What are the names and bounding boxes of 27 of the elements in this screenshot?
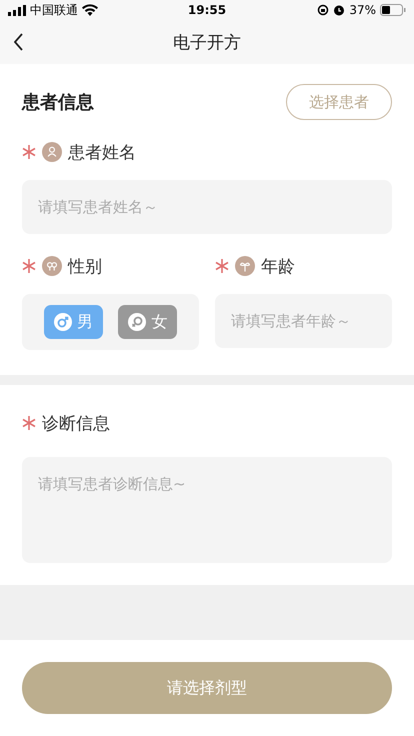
select-dosage-button[interactable]: 请选择剂型: [22, 662, 392, 714]
signal-icon: [8, 4, 26, 16]
carrier-name: 中国联通: [30, 2, 78, 18]
wifi-icon: [82, 4, 98, 16]
gender-icon: [42, 256, 62, 276]
diagnosis-text-area[interactable]: 请填写患者诊断信息~: [22, 457, 392, 563]
female-symbol-icon: [128, 313, 146, 331]
back-icon: [14, 33, 24, 51]
person-icon: [42, 142, 62, 162]
battery-icon: [380, 4, 406, 16]
field-label: 诊断信息: [42, 412, 110, 434]
male-symbol-icon: [54, 313, 72, 331]
age-input-field[interactable]: 请填写患者年龄～: [215, 294, 392, 348]
select-patient-button[interactable]: 选择患者: [286, 84, 392, 120]
female-option-button[interactable]: 女: [118, 305, 178, 339]
page-title: 电子开方: [173, 32, 241, 54]
section-title: 患者信息: [22, 91, 94, 114]
rotation-lock-icon: [317, 4, 330, 16]
field-label: 患者姓名: [68, 142, 136, 164]
field-label: 性别: [68, 256, 102, 278]
alarm-icon: [333, 4, 346, 16]
name-input-field[interactable]: 请填写患者姓名～: [22, 180, 392, 234]
battery-percent: 37%: [349, 3, 376, 17]
male-option-button[interactable]: 男: [44, 305, 103, 339]
field-label: 年龄: [261, 256, 295, 278]
status-time: 19:55: [186, 3, 228, 17]
sprout-icon: [235, 256, 255, 276]
